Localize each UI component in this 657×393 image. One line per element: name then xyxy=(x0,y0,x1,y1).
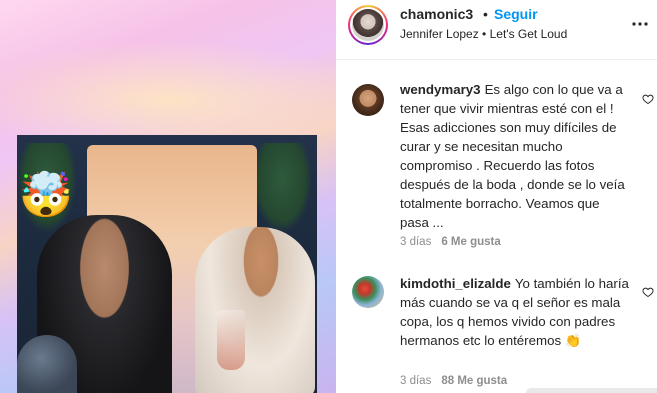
post-media: 🤯 xyxy=(0,0,336,393)
post-header: chamonic3 • Seguir Jennifer Lopez • Let'… xyxy=(336,0,657,60)
exploding-head-emoji-icon: 🤯 xyxy=(18,170,74,221)
like-heart-icon[interactable] xyxy=(642,285,654,298)
owner-username[interactable]: chamonic3 xyxy=(400,6,473,22)
separator-dot: • xyxy=(483,6,488,22)
comment-username[interactable]: kimdothi_elizalde xyxy=(400,276,511,291)
follow-button[interactable]: Seguir xyxy=(494,6,538,22)
avatar-image xyxy=(352,9,384,41)
audio-track-link[interactable]: Jennifer Lopez • Let's Get Loud xyxy=(400,27,567,41)
comment-body: kimdothi_elizalde Yo también lo haría más… xyxy=(400,274,632,350)
owner-avatar[interactable] xyxy=(348,5,388,45)
comment-body: wendymary3 Es algo con lo que va a tener … xyxy=(400,80,632,232)
palm-tree-right xyxy=(252,143,312,233)
more-horizontal-icon[interactable] xyxy=(632,14,648,28)
comment-avatar[interactable] xyxy=(352,276,384,308)
comment-username[interactable]: wendymary3 xyxy=(400,82,481,97)
comment-meta: 3 días 88 Me gusta xyxy=(400,375,507,387)
comment-time[interactable]: 3 días xyxy=(400,236,431,248)
wine-glass xyxy=(217,310,245,370)
comment-avatar[interactable] xyxy=(352,84,384,116)
comment-text: Es algo con lo que va a tener que vivir … xyxy=(400,82,625,230)
video-person-foreground xyxy=(17,335,77,393)
bottom-sheet-handle xyxy=(526,388,657,393)
comment-meta: 3 días 6 Me gusta xyxy=(400,236,501,248)
video-person-woman xyxy=(195,227,315,393)
comment-time[interactable]: 3 días xyxy=(400,375,431,387)
like-heart-icon[interactable] xyxy=(642,92,654,105)
comment-likes[interactable]: 6 Me gusta xyxy=(441,236,500,248)
comments-panel: chamonic3 • Seguir Jennifer Lopez • Let'… xyxy=(336,0,657,393)
comment-likes[interactable]: 88 Me gusta xyxy=(441,375,507,387)
